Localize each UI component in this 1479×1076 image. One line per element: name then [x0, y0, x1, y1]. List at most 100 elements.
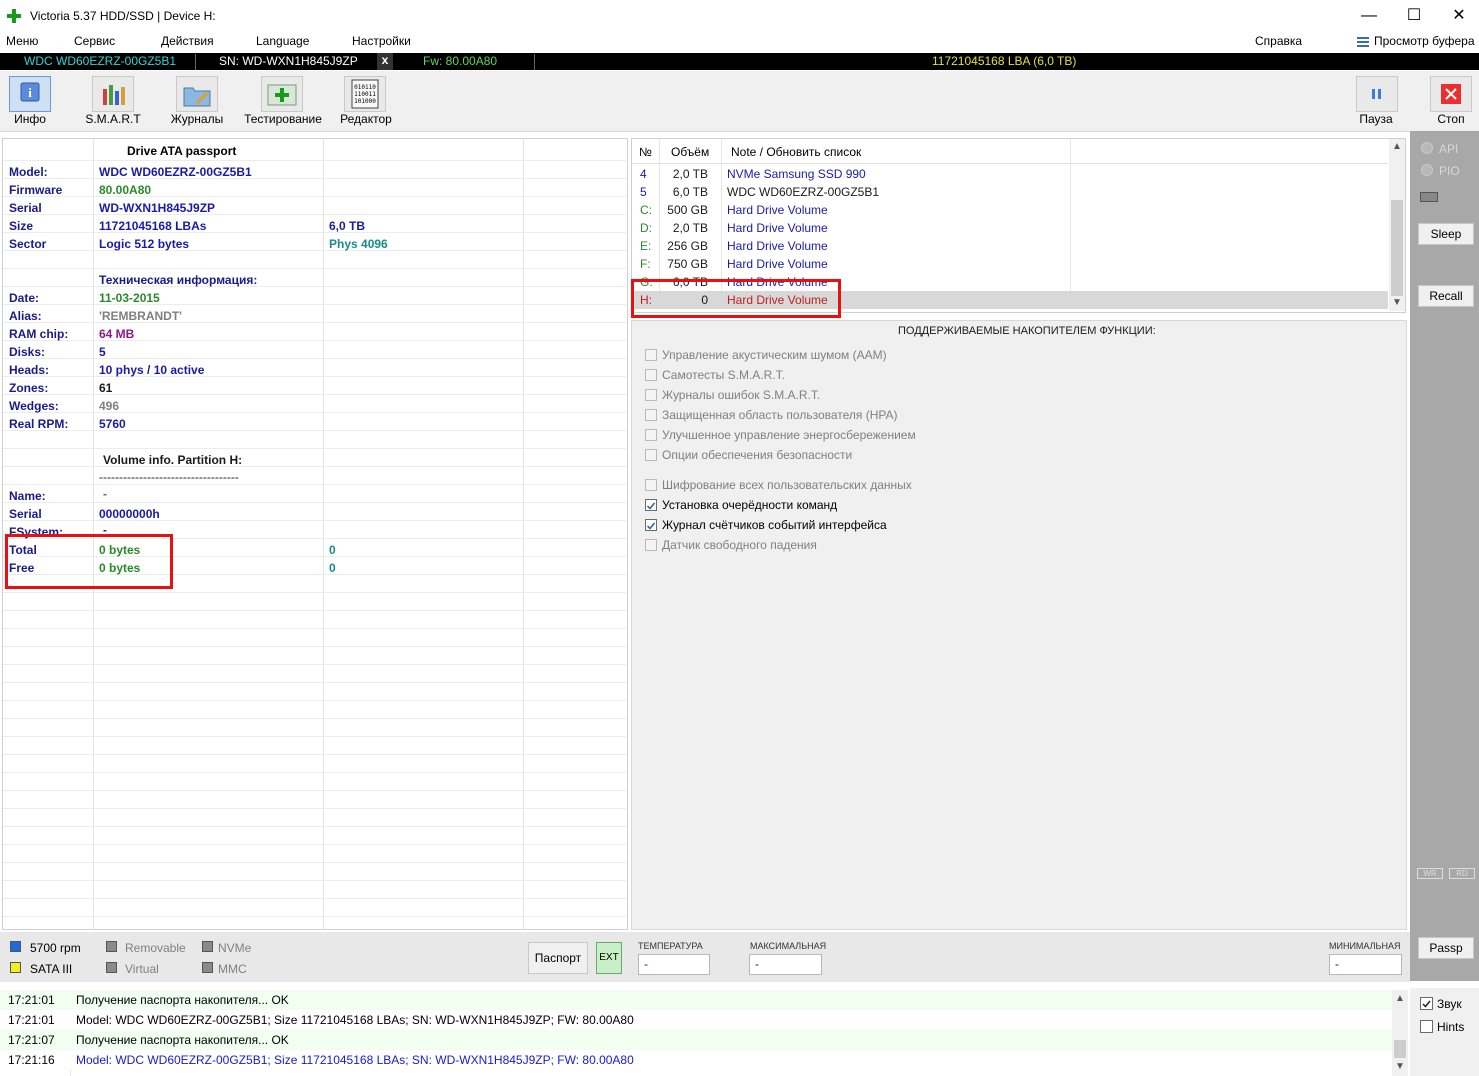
- grid-row-line: [3, 718, 626, 719]
- scroll-up-icon[interactable]: ▲: [1392, 141, 1402, 152]
- mmc-legend-swatch: [202, 962, 213, 973]
- feature-label: Журналы ошибок S.M.A.R.T.: [662, 388, 821, 402]
- feature-checkbox[interactable]: [645, 369, 657, 381]
- menu-settings[interactable]: Настройки: [352, 34, 411, 48]
- grid-row-line: [3, 502, 626, 503]
- feature-checkbox[interactable]: [645, 539, 657, 551]
- feature-checkbox[interactable]: [645, 429, 657, 441]
- drive-number: 5: [640, 185, 647, 199]
- grid-row-line: [3, 304, 626, 305]
- serial-label: Serial: [9, 201, 42, 215]
- passport-button[interactable]: Паспорт: [528, 942, 588, 974]
- firmware-label: Firmware: [9, 183, 63, 197]
- scroll-down-icon[interactable]: ▼: [1392, 297, 1402, 308]
- drive-col-size[interactable]: Объём: [671, 145, 709, 159]
- feature-checkbox[interactable]: [645, 499, 657, 511]
- menu-main[interactable]: Меню: [6, 34, 38, 48]
- alias-label: Alias:: [9, 309, 42, 323]
- drive-note: Hard Drive Volume: [727, 221, 828, 235]
- feature-checkbox[interactable]: [645, 389, 657, 401]
- log-scroll-down-icon[interactable]: ▼: [1395, 1061, 1405, 1072]
- removable-legend-swatch: [106, 941, 117, 952]
- drive-note: NVMe Samsung SSD 990: [727, 167, 866, 181]
- editor-tool-button[interactable]: 010110 110011 101000: [344, 76, 386, 112]
- menu-actions[interactable]: Действия: [161, 34, 214, 48]
- pio-label: PIO: [1439, 164, 1460, 178]
- drive-note: Hard Drive Volume: [727, 257, 828, 271]
- drive-list-scroll-thumb[interactable]: [1391, 200, 1403, 296]
- min-temp-label: МИНИМАЛЬНАЯ: [1329, 941, 1401, 951]
- rpm-value: 5760: [99, 417, 126, 431]
- check-icon: [646, 522, 656, 530]
- drive-col-number[interactable]: №: [639, 145, 652, 159]
- stop-button[interactable]: [1430, 76, 1472, 112]
- ext-button[interactable]: EXT: [596, 942, 622, 974]
- sector-phys-value: Phys 4096: [329, 237, 388, 251]
- logs-tool-label: Журналы: [170, 112, 224, 126]
- grid-row-line: [3, 160, 626, 161]
- drive-size: 2,0 TB: [672, 167, 708, 181]
- buffer-icon: [1357, 36, 1369, 48]
- feature-label: Шифрование всех пользовательских данных: [662, 478, 912, 492]
- grid-row-line: [3, 250, 626, 251]
- sound-checkbox[interactable]: [1420, 997, 1433, 1010]
- passp-button[interactable]: Passp: [1418, 937, 1474, 959]
- feature-checkbox[interactable]: [645, 519, 657, 531]
- log-time: 17:21:01: [8, 993, 55, 1007]
- strip-close-button[interactable]: x: [377, 53, 393, 70]
- drive-size: 2,0 TB: [672, 221, 708, 235]
- strip-divider-2: [534, 54, 535, 70]
- sata-legend-label: SATA III: [30, 962, 73, 976]
- feature-checkbox[interactable]: [645, 349, 657, 361]
- grid-row-line: [3, 412, 626, 413]
- nvme-legend-label: NVMe: [218, 941, 252, 955]
- feature-checkbox[interactable]: [645, 479, 657, 491]
- grid-row-line: [3, 178, 626, 179]
- drive-number: D:: [640, 221, 652, 235]
- grid-row-line: [3, 880, 626, 881]
- menu-service[interactable]: Сервис: [74, 34, 115, 48]
- feature-label: Улучшенное управление энергосбережением: [662, 428, 916, 442]
- grid-row-line: [3, 628, 626, 629]
- close-button[interactable]: ✕: [1436, 0, 1479, 32]
- api-radio[interactable]: [1421, 142, 1433, 154]
- grid-row-line: [3, 790, 626, 791]
- heads-value: 10 phys / 10 active: [99, 363, 205, 377]
- rpm-label: Real RPM:: [9, 417, 69, 431]
- recall-button[interactable]: Recall: [1418, 285, 1474, 307]
- size-value: 11721045168 LBAs: [99, 219, 207, 233]
- pio-radio[interactable]: [1421, 164, 1433, 176]
- drive-col-note-refresh[interactable]: Note / Обновить список: [731, 145, 861, 159]
- alias-value: 'REMBRANDT': [99, 309, 183, 323]
- grid-row-line: [3, 844, 626, 845]
- maximize-button[interactable]: ☐: [1391, 0, 1437, 32]
- log-message: Получение паспорта накопителя... OK: [76, 1033, 289, 1047]
- zones-label: Zones:: [9, 381, 49, 395]
- menu-language[interactable]: Language: [256, 34, 309, 48]
- log-scroll-up-icon[interactable]: ▲: [1395, 993, 1405, 1004]
- drive-size: 500 GB: [667, 203, 708, 217]
- minimize-button[interactable]: —: [1346, 0, 1392, 32]
- grid-row-line: [3, 682, 626, 683]
- sleep-button[interactable]: Sleep: [1418, 223, 1474, 245]
- test-tool-button[interactable]: [261, 76, 303, 112]
- ram-label: RAM chip:: [9, 327, 69, 341]
- virtual-legend-swatch: [106, 962, 117, 973]
- feature-checkbox[interactable]: [645, 409, 657, 421]
- svg-text:110011: 110011: [354, 91, 376, 98]
- menu-buffer-view[interactable]: Просмотр буфера: [1374, 34, 1475, 48]
- app-icon: [6, 8, 22, 24]
- model-value: WDC WD60EZRZ-00GZ5B1: [99, 165, 252, 179]
- hints-checkbox[interactable]: [1420, 1020, 1433, 1033]
- stop-label: Стоп: [1437, 112, 1465, 126]
- ram-value: 64 MB: [99, 327, 135, 341]
- logs-tool-button[interactable]: [176, 76, 218, 112]
- smart-tool-button[interactable]: [92, 76, 134, 112]
- feature-checkbox[interactable]: [645, 449, 657, 461]
- log-scroll-thumb[interactable]: [1394, 1040, 1406, 1058]
- menu-help[interactable]: Справка: [1255, 34, 1302, 48]
- info-tool-button[interactable]: i: [9, 76, 51, 112]
- feature-label: Установка очерёдности команд: [662, 498, 838, 512]
- grid-row-line: [3, 646, 626, 647]
- pause-button[interactable]: [1356, 76, 1398, 112]
